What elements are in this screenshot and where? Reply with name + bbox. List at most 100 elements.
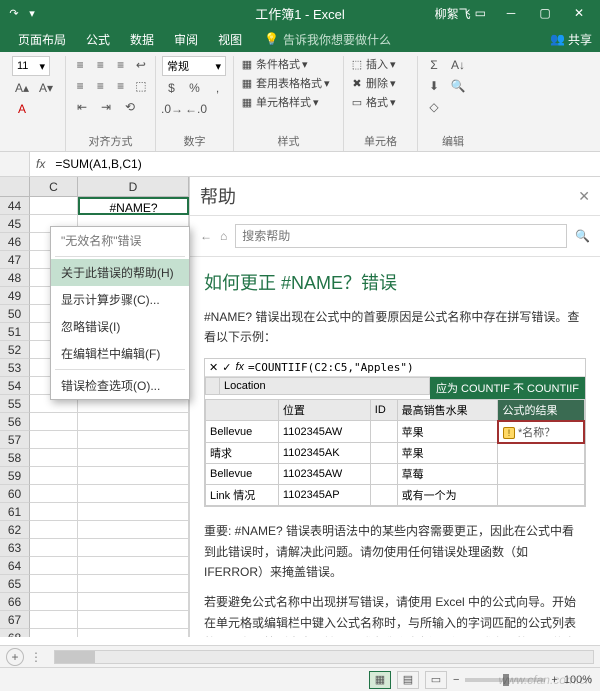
fill-icon[interactable]: ⬇ xyxy=(424,77,444,95)
cond-format-button[interactable]: ▦条件格式▾ xyxy=(240,56,337,72)
row-header[interactable]: 50 xyxy=(0,305,30,323)
cell[interactable] xyxy=(30,521,78,539)
autosum-icon[interactable]: Σ xyxy=(424,56,444,74)
tab-formulas[interactable]: 公式 xyxy=(76,27,120,52)
row-header[interactable]: 46 xyxy=(0,233,30,251)
view-break-button[interactable]: ▭ xyxy=(425,671,447,689)
row-header[interactable]: 67 xyxy=(0,611,30,629)
tab-data[interactable]: 数据 xyxy=(120,27,164,52)
increase-font-icon[interactable]: A▴ xyxy=(12,79,32,97)
row-header[interactable]: 65 xyxy=(0,575,30,593)
cell[interactable] xyxy=(78,485,189,503)
tab-layout[interactable]: 页面布局 xyxy=(8,27,76,52)
cell[interactable] xyxy=(30,593,78,611)
row-header[interactable]: 68 xyxy=(0,629,30,637)
row-header[interactable]: 58 xyxy=(0,449,30,467)
ctx-help[interactable]: 关于此错误的帮助(H) xyxy=(51,259,189,286)
sort-icon[interactable]: A↓ xyxy=(448,56,468,74)
align-mid-icon[interactable]: ≡ xyxy=(92,56,108,74)
comma-icon[interactable]: , xyxy=(208,79,227,97)
tab-view[interactable]: 视图 xyxy=(208,27,252,52)
outdent-icon[interactable]: ⇤ xyxy=(72,98,92,116)
col-header-c[interactable]: C xyxy=(30,177,78,197)
decrease-font-icon[interactable]: A▾ xyxy=(36,79,56,97)
ctx-show-steps[interactable]: 显示计算步骤(C)... xyxy=(51,286,189,313)
cell[interactable] xyxy=(30,485,78,503)
row-header[interactable]: 48 xyxy=(0,269,30,287)
row-header[interactable]: 44 xyxy=(0,197,30,215)
select-all-corner[interactable] xyxy=(0,177,30,197)
cell-d44[interactable]: #NAME? xyxy=(78,197,189,215)
indent-icon[interactable]: ⇥ xyxy=(96,98,116,116)
row-header[interactable]: 51 xyxy=(0,323,30,341)
sheet-nav-icon[interactable]: ⋮ xyxy=(30,650,42,664)
tell-me[interactable]: 💡 告诉我你想要做什么 xyxy=(264,31,391,48)
cell[interactable] xyxy=(78,629,189,637)
ctx-ignore[interactable]: 忽略错误(I) xyxy=(51,313,189,340)
zoom-out-button[interactable]: − xyxy=(453,674,459,686)
row-header[interactable]: 49 xyxy=(0,287,30,305)
row-header[interactable]: 47 xyxy=(0,251,30,269)
cell[interactable] xyxy=(78,431,189,449)
cell[interactable] xyxy=(30,449,78,467)
cell[interactable] xyxy=(78,593,189,611)
cell[interactable] xyxy=(78,539,189,557)
cell[interactable] xyxy=(78,575,189,593)
dec-decimal-icon[interactable]: ←.0 xyxy=(186,100,206,118)
minimize-button[interactable]: ─ xyxy=(494,0,528,26)
format-button[interactable]: ▭格式▾ xyxy=(350,94,411,110)
col-header-d[interactable]: D xyxy=(78,177,189,197)
find-icon[interactable]: 🔍 xyxy=(448,77,468,95)
font-color-icon[interactable]: A xyxy=(12,100,32,118)
fx-icon[interactable]: fx xyxy=(30,157,51,171)
cell[interactable] xyxy=(78,611,189,629)
orientation-icon[interactable]: ⟲ xyxy=(120,98,140,116)
cell-c44[interactable]: ! xyxy=(30,197,78,215)
table-format-button[interactable]: ▦套用表格格式▾ xyxy=(240,75,337,91)
currency-icon[interactable]: $ xyxy=(162,79,181,97)
row-header[interactable]: 59 xyxy=(0,467,30,485)
row-header[interactable]: 53 xyxy=(0,359,30,377)
delete-button[interactable]: ✖删除▾ xyxy=(350,75,411,91)
cell[interactable] xyxy=(78,413,189,431)
row-header[interactable]: 63 xyxy=(0,539,30,557)
font-size-combo[interactable]: 11▾ xyxy=(12,56,50,76)
view-normal-button[interactable]: ▦ xyxy=(369,671,391,689)
ctx-options[interactable]: 错误检查选项(O)... xyxy=(51,372,189,399)
align-bot-icon[interactable]: ≡ xyxy=(113,56,129,74)
row-header[interactable]: 66 xyxy=(0,593,30,611)
help-close-button[interactable]: ✕ xyxy=(578,188,590,205)
cell[interactable] xyxy=(78,503,189,521)
cell[interactable] xyxy=(30,629,78,637)
align-top-icon[interactable]: ≡ xyxy=(72,56,88,74)
row-header[interactable]: 57 xyxy=(0,431,30,449)
redo-icon[interactable]: ↷ xyxy=(6,5,22,21)
percent-icon[interactable]: % xyxy=(185,79,204,97)
cell-style-button[interactable]: ▦单元格样式▾ xyxy=(240,94,337,110)
cell[interactable] xyxy=(78,467,189,485)
cell[interactable] xyxy=(30,413,78,431)
insert-button[interactable]: ⬚插入▾ xyxy=(350,56,411,72)
cell[interactable] xyxy=(30,557,78,575)
align-center-icon[interactable]: ≡ xyxy=(92,77,108,95)
cell[interactable] xyxy=(30,611,78,629)
add-sheet-button[interactable]: + xyxy=(6,648,24,666)
row-header[interactable]: 52 xyxy=(0,341,30,359)
horizontal-scrollbar[interactable] xyxy=(54,650,594,664)
inc-decimal-icon[interactable]: .0→ xyxy=(162,100,182,118)
cell[interactable] xyxy=(78,557,189,575)
cell[interactable] xyxy=(30,467,78,485)
help-search-icon[interactable]: 🔍 xyxy=(575,229,590,243)
number-format-combo[interactable]: 常规▾ xyxy=(162,56,226,76)
formula-input[interactable] xyxy=(51,152,600,176)
dropdown-icon[interactable]: ▾ xyxy=(24,5,40,21)
clear-icon[interactable]: ◇ xyxy=(424,98,444,116)
row-header[interactable]: 60 xyxy=(0,485,30,503)
tab-review[interactable]: 审阅 xyxy=(164,27,208,52)
zoom-in-button[interactable]: + xyxy=(551,674,557,686)
zoom-level[interactable]: 100% xyxy=(564,674,592,686)
align-right-icon[interactable]: ≡ xyxy=(113,77,129,95)
row-header[interactable]: 54 xyxy=(0,377,30,395)
merge-icon[interactable]: ⬚ xyxy=(133,77,149,95)
close-button[interactable]: ✕ xyxy=(562,0,596,26)
